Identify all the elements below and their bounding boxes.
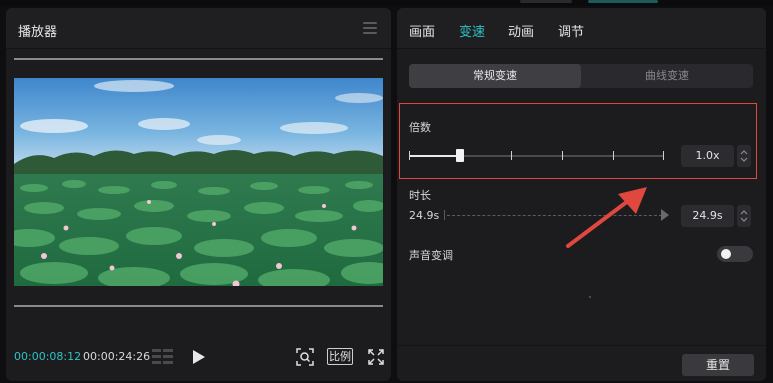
divider-dot	[589, 296, 591, 298]
pitch-toggle[interactable]	[717, 246, 753, 262]
duration-input[interactable]: 24.9s	[681, 205, 734, 227]
tab-speed[interactable]: 变速	[459, 21, 485, 40]
slider-tick	[613, 151, 614, 160]
player-header: 播放器	[6, 8, 391, 49]
normal-speed-button[interactable]: 常规变速	[409, 64, 581, 88]
current-timecode: 00:00:08:12	[14, 350, 82, 363]
top-tab-indicator	[520, 0, 572, 3]
player-controls: 00:00:08:12 00:00:24:26 比例	[6, 344, 391, 370]
annotation-highlight-box	[399, 103, 757, 179]
top-accent-indicator	[588, 0, 658, 3]
lotus-pond-image	[14, 78, 383, 286]
slider-tick	[409, 151, 410, 160]
pitch-toggle-knob	[721, 249, 731, 259]
video-preview[interactable]	[14, 78, 383, 286]
player-panel: 播放器 00:00:08:12 00:00:24:26 比例	[6, 8, 391, 381]
duration-label: 时长	[409, 189, 431, 202]
tab-adjust[interactable]: 调节	[558, 21, 584, 40]
slider-tick	[511, 151, 512, 160]
slider-tick	[562, 151, 563, 160]
zoom-fit-icon[interactable]	[296, 348, 314, 366]
aspect-ratio-button[interactable]: 比例	[327, 348, 353, 365]
top-strip	[0, 0, 773, 6]
slider-tick	[663, 151, 664, 160]
tab-picture[interactable]: 画面	[409, 21, 435, 40]
speed-mode-switch: 常规变速 曲线变速	[409, 64, 753, 88]
preview-top-divider	[14, 58, 383, 60]
multiplier-stepper-icon[interactable]	[737, 145, 751, 167]
reset-button[interactable]: 重置	[682, 354, 754, 376]
pitch-label: 声音变调	[409, 249, 453, 262]
original-duration: 24.9s	[409, 209, 440, 222]
player-title: 播放器	[18, 25, 58, 40]
multiplier-slider-handle[interactable]	[456, 149, 464, 162]
curve-speed-button[interactable]: 曲线变速	[581, 64, 753, 88]
menu-icon[interactable]	[363, 22, 377, 34]
tab-animation[interactable]: 动画	[508, 21, 534, 40]
multiplier-slider-fill	[409, 155, 460, 157]
duration-arrow-icon	[661, 209, 669, 221]
play-icon[interactable]	[192, 349, 206, 365]
preview-bottom-divider	[14, 305, 383, 307]
timeline-grid-icon[interactable]	[152, 349, 173, 364]
multiplier-label: 倍数	[409, 121, 431, 134]
duration-track-start	[444, 210, 445, 220]
annotation-arrow-icon	[566, 187, 647, 248]
duration-stepper-icon[interactable]	[737, 205, 751, 227]
total-timecode: 00:00:24:26	[83, 350, 151, 363]
inspector-footer: 重置	[397, 345, 766, 381]
fullscreen-icon[interactable]	[368, 349, 384, 365]
inspector-tabs: 画面 变速 动画 调节	[397, 8, 766, 49]
multiplier-input[interactable]: 1.0x	[681, 145, 734, 167]
